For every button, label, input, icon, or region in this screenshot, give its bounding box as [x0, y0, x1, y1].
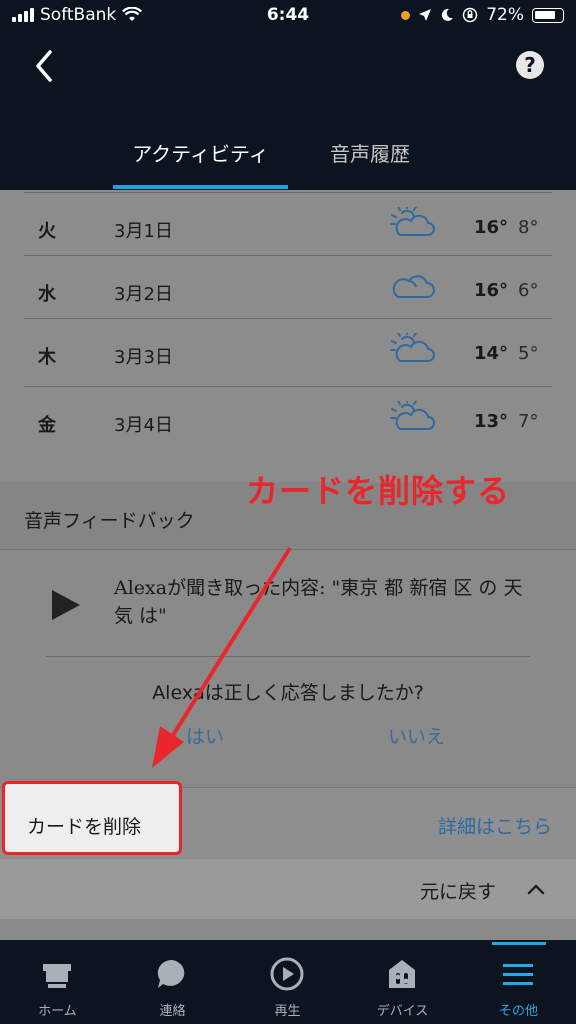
sun-cloud-icon	[390, 207, 435, 236]
nav-more[interactable]: その他	[461, 940, 576, 1024]
forecast-low: 8°	[518, 217, 539, 238]
nav-devices[interactable]: デバイス	[345, 940, 460, 1024]
forecast-date: 3月1日	[114, 221, 173, 242]
chat-icon	[157, 959, 185, 988]
help-button[interactable]: ?	[516, 51, 544, 79]
nav-play-label: 再生	[274, 1004, 301, 1019]
chevron-up-icon[interactable]	[526, 879, 546, 899]
sun-cloud-icon	[390, 333, 435, 362]
annotation-label: カードを削除する	[246, 472, 511, 510]
voice-feedback-title: 音声フィードバック	[24, 510, 195, 532]
forecast-high: 16°	[474, 217, 509, 238]
delete-card-label: カードを削除	[27, 816, 142, 838]
battery-percent: 72%	[486, 5, 524, 25]
no-button[interactable]: いいえ	[388, 722, 445, 749]
nav-home[interactable]: ホーム	[0, 940, 115, 1024]
forecast-day: 金	[38, 415, 56, 436]
battery-icon	[532, 7, 564, 23]
rotation-lock-icon	[462, 7, 478, 23]
forecast-low: 6°	[518, 280, 539, 301]
undo-row[interactable]: 元に戻す	[0, 859, 576, 919]
voice-feedback-section: 音声フィードバック Alexaが聞き取った内容: "東京 都 新宿 区 の 天気…	[0, 482, 576, 787]
devices-icon	[389, 960, 415, 988]
forecast-row: 木 3月3日 14° 5°	[24, 318, 552, 381]
active-tab-indicator	[113, 185, 288, 189]
forecast-day: 木	[38, 347, 56, 368]
forecast-row: 火 3月1日 16° 8°	[24, 192, 552, 255]
divider	[46, 656, 530, 657]
forecast-low: 5°	[518, 343, 539, 364]
tab-activity[interactable]: アクティビティ	[113, 138, 288, 167]
home-icon	[43, 964, 71, 988]
cloud-icon	[392, 275, 435, 298]
back-chevron-icon[interactable]	[30, 48, 62, 84]
forecast-low: 7°	[518, 411, 539, 432]
nav-play[interactable]: 再生	[230, 940, 345, 1024]
top-bar: SoftBank 6:44 72% ? アクティビティ 音声履歴	[0, 0, 576, 190]
moon-icon	[442, 8, 454, 21]
sun-cloud-icon	[390, 401, 435, 430]
tab-voice-history[interactable]: 音声履歴	[330, 138, 410, 167]
status-bar: SoftBank 6:44 72%	[0, 0, 576, 34]
nav-communicate[interactable]: 連絡	[115, 940, 230, 1024]
nav-devices-label: デバイス	[376, 1004, 429, 1019]
forecast-date: 3月3日	[114, 347, 173, 368]
forecast-row: 金 3月4日 13° 7°	[24, 386, 552, 449]
nav-more-label: その他	[498, 1004, 538, 1019]
forecast-day: 火	[38, 221, 56, 242]
yes-button[interactable]: はい	[186, 722, 224, 749]
weather-forecast: 火 3月1日 16° 8° 水 3月2日 16° 6° 木 3月3日 14° 5…	[0, 190, 576, 482]
nav-home-label: ホーム	[38, 1004, 77, 1019]
location-icon	[419, 9, 432, 21]
play-icon[interactable]	[52, 590, 80, 620]
forecast-row: 水 3月2日 16° 6°	[24, 255, 552, 318]
details-link[interactable]: 詳細はこちら	[438, 812, 552, 839]
forecast-day: 水	[38, 284, 56, 305]
undo-label[interactable]: 元に戻す	[420, 877, 496, 904]
mic-in-use-indicator	[401, 10, 411, 20]
forecast-high: 14°	[474, 343, 509, 364]
play-circle-icon	[270, 957, 304, 991]
feedback-question: Alexaは正しく応答しましたか?	[152, 682, 424, 704]
heard-text: Alexaが聞き取った内容: "東京 都 新宿 区 の 天気 は"	[114, 577, 523, 627]
delete-card-button[interactable]: カードを削除	[2, 781, 182, 855]
forecast-high: 16°	[474, 280, 509, 301]
forecast-date: 3月2日	[114, 284, 173, 305]
forecast-date: 3月4日	[114, 415, 173, 436]
forecast-high: 13°	[474, 411, 509, 432]
nav-communicate-label: 連絡	[159, 1004, 186, 1019]
bottom-nav: ホーム 連絡 再生 デバイス その他	[0, 940, 576, 1024]
menu-icon	[503, 964, 533, 985]
